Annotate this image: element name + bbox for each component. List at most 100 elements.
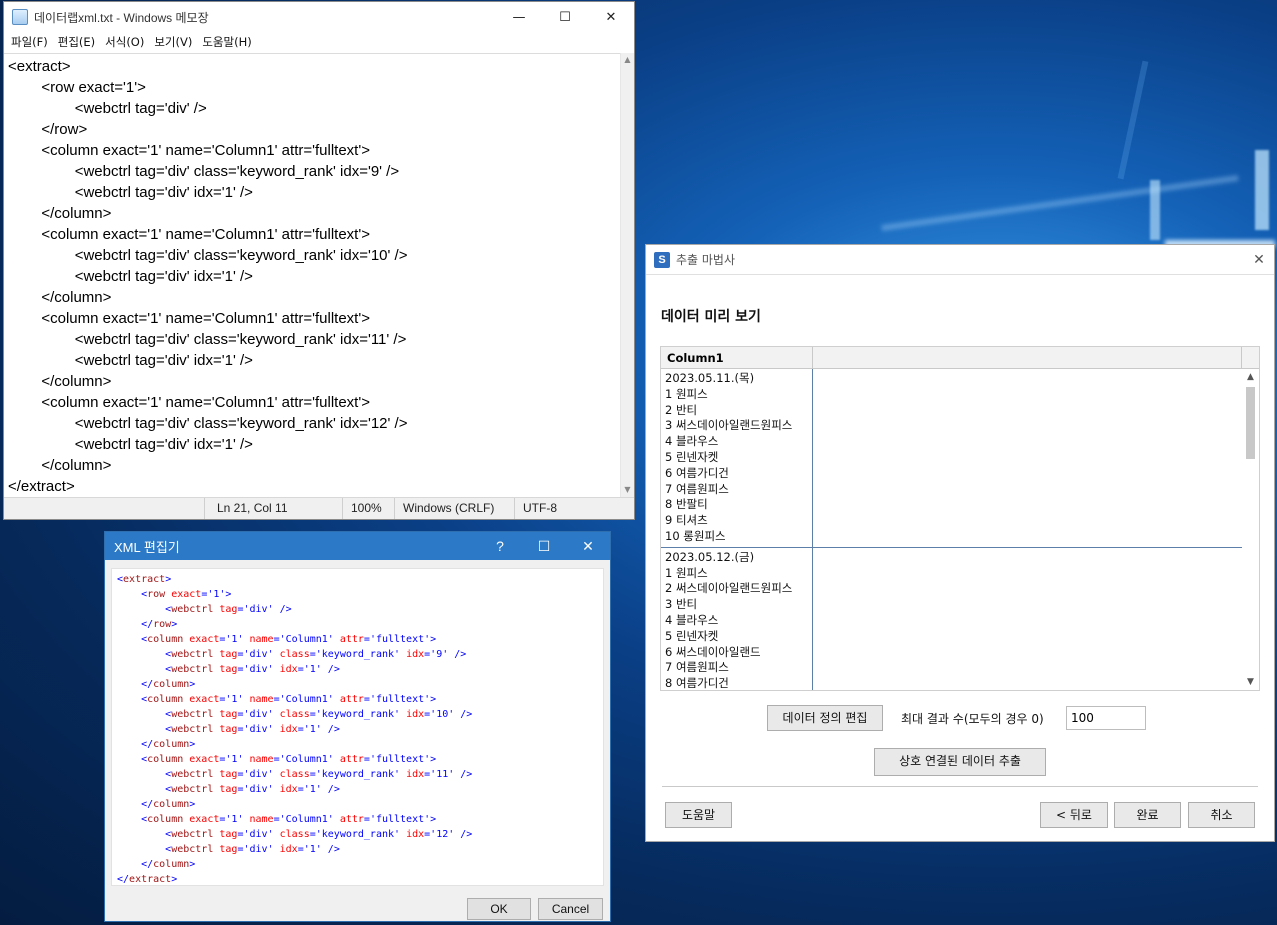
code-line: </row> (141, 619, 178, 630)
desktop-light-ray (1117, 60, 1149, 180)
scroll-thumb[interactable] (1246, 387, 1255, 459)
cell-text-line: 1 원피스 (665, 386, 708, 401)
finish-button[interactable]: 완료 (1114, 802, 1181, 828)
help-button[interactable]: 도움말 (665, 802, 732, 828)
code-line: <webctrl tag='div' class='keyword_rank' … (165, 709, 473, 720)
cell-text-line: 3 반티 (665, 597, 698, 612)
notepad-text-content[interactable]: <extract> <row exact='1'> <webctrl tag='… (8, 56, 616, 497)
code-line: <column exact='1' name='Column1' attr='f… (141, 694, 437, 705)
grid-header: Column1 (661, 347, 1259, 369)
notepad-menubar: 파일(F) 편집(E) 서식(O) 보기(V) 도움말(H) (4, 32, 634, 52)
cell-text-line: 2 반티 (665, 402, 698, 417)
status-zoom: 100% (342, 498, 394, 519)
back-button[interactable]: < 뒤로 (1040, 802, 1108, 828)
extract-wizard-dialog: S 추출 마법사 ✕ 데이터 미리 보기 Column1 2023.05.11.… (645, 244, 1275, 842)
wizard-titlebar[interactable]: S 추출 마법사 ✕ (646, 245, 1274, 275)
xml-code-editor[interactable]: <extract> <row exact='1'> <webctrl tag='… (111, 568, 604, 886)
code-line: <row exact='1'> (141, 589, 232, 600)
cell-text-line: 1 원피스 (665, 565, 708, 580)
help-button[interactable]: ? (478, 538, 522, 554)
code-line: <webctrl tag='div' class='keyword_rank' … (165, 649, 467, 660)
menu-edit[interactable]: 편집(E) (55, 34, 102, 50)
xml-editor-dialog: XML 편집기 ? ☐ ✕ <extract> <row exact='1'> … (104, 531, 611, 922)
notepad-window: 데이터랩xml.txt - Windows 메모장 — ☐ ✕ 파일(F) 편집… (3, 1, 635, 520)
app-logo-icon: S (654, 251, 670, 268)
cell-text-line: 8 여름가디건 (665, 676, 729, 691)
code-line: <webctrl tag='div' idx='1' /> (165, 724, 340, 735)
extract-linked-data-button[interactable]: 상호 연결된 데이터 추출 (874, 748, 1046, 776)
cancel-button[interactable]: Cancel (538, 898, 603, 920)
menu-format[interactable]: 서식(O) (102, 34, 151, 50)
table-cell[interactable]: 2023.05.11.(목) 1 원피스 2 반티 3 써스데이아일랜드원피스 4 블라… (661, 369, 813, 547)
divider (662, 786, 1258, 787)
max-results-input[interactable]: 100 (1066, 706, 1146, 730)
code-line: <column exact='1' name='Column1' attr='f… (141, 634, 437, 645)
code-line: </column> (141, 859, 196, 870)
maximize-button[interactable]: ☐ (542, 2, 588, 32)
cell-text-line: 6 써스데이아일랜드 (665, 644, 761, 659)
notepad-app-icon (12, 9, 28, 25)
code-line: <webctrl tag='div' class='keyword_rank' … (165, 769, 473, 780)
cell-text-line: 4 블라우스 (665, 434, 719, 449)
close-icon[interactable]: ✕ (1244, 252, 1274, 268)
scroll-down-icon[interactable]: ▼ (1242, 674, 1259, 690)
code-line: <webctrl tag='div' idx='1' /> (165, 844, 340, 855)
ok-button[interactable]: OK (467, 898, 531, 920)
code-line: <column exact='1' name='Column1' attr='f… (141, 814, 437, 825)
cell-text-line: 7 여름원피스 (665, 660, 729, 675)
cell-text-line: 2023.05.12.(금) (665, 549, 755, 564)
code-line: <webctrl tag='div' idx='1' /> (165, 784, 340, 795)
desktop-light-ray (1150, 180, 1160, 240)
menu-help[interactable]: 도움말(H) (199, 34, 258, 50)
edit-data-definition-button[interactable]: 데이터 정의 편집 (767, 705, 883, 731)
desktop-light-ray (1255, 150, 1269, 230)
notepad-vertical-scrollbar[interactable]: ▲ ▼ (620, 53, 634, 497)
status-encoding: UTF-8 (514, 498, 634, 519)
cell-text-line: 2023.05.11.(목) (665, 371, 755, 385)
close-button[interactable]: ✕ (566, 538, 610, 555)
page-title: 데이터 미리 보기 (661, 309, 761, 325)
cell-text-line: 10 롱원피스 (665, 528, 726, 543)
notepad-title: 데이터랩xml.txt - Windows 메모장 (34, 10, 209, 25)
desktop-light-ray (881, 174, 1239, 232)
data-preview-grid[interactable]: Column1 2023.05.11.(목) 1 원피스 2 반티 3 써스데이아일랜… (660, 346, 1260, 691)
maximize-button[interactable]: ☐ (522, 538, 566, 555)
table-row[interactable]: 2023.05.11.(목) 1 원피스 2 반티 3 써스데이아일랜드원피스 4 블라… (661, 369, 1243, 548)
cell-text-line: 9 티셔츠 (665, 513, 708, 528)
notepad-titlebar[interactable]: 데이터랩xml.txt - Windows 메모장 — ☐ ✕ (4, 2, 634, 32)
cell-text-line: 5 린넨자켓 (665, 628, 719, 643)
cell-text-line: 6 여름가디건 (665, 465, 729, 480)
cell-text-line: 2 써스데이아일랜드원피스 (665, 581, 793, 596)
table-row[interactable]: 2023.05.12.(금) 1 원피스 2 써스데이아일랜드원피스 3 반티 4 블라… (661, 547, 1243, 691)
notepad-text-area[interactable]: <extract> <row exact='1'> <webctrl tag='… (4, 53, 620, 497)
code-line: <column exact='1' name='Column1' attr='f… (141, 754, 437, 765)
cancel-button[interactable]: 취소 (1188, 802, 1255, 828)
code-line: </column> (141, 739, 196, 750)
table-cell[interactable]: 2023.05.12.(금) 1 원피스 2 써스데이아일랜드원피스 3 반티 4 블라… (661, 547, 813, 691)
close-button[interactable]: ✕ (588, 2, 634, 32)
max-results-label: 최대 결과 수(모두의 경우 0) (901, 712, 1044, 726)
cell-text-line: 5 린넨자켓 (665, 449, 719, 464)
cell-text-line: 7 여름원피스 (665, 481, 729, 496)
code-line: <webctrl tag='div' /> (165, 604, 292, 615)
menu-file[interactable]: 파일(F) (8, 34, 55, 50)
scroll-up-icon[interactable]: ▲ (1242, 369, 1259, 385)
minimize-button[interactable]: — (496, 2, 542, 32)
code-line: <extract> (117, 574, 172, 585)
grid-vertical-scrollbar[interactable]: ▲ ▼ (1242, 369, 1259, 690)
cell-text-line: 4 블라우스 (665, 612, 719, 627)
xml-editor-title: XML 편집기 (114, 539, 180, 555)
scroll-up-icon[interactable]: ▲ (621, 53, 634, 67)
code-line: </column> (141, 799, 196, 810)
code-line: </extract> (117, 874, 178, 885)
cell-text-line: 3 써스데이아일랜드원피스 (665, 418, 793, 433)
status-position: Ln 21, Col 11 (204, 498, 342, 519)
menu-view[interactable]: 보기(V) (151, 34, 199, 50)
column-header[interactable]: Column1 (661, 347, 813, 368)
code-line: <webctrl tag='div' idx='1' /> (165, 664, 340, 675)
xml-editor-titlebar[interactable]: XML 편집기 ? ☐ ✕ (105, 532, 610, 560)
notepad-statusbar: Ln 21, Col 11 100% Windows (CRLF) UTF-8 (4, 497, 634, 519)
code-line: <webctrl tag='div' class='keyword_rank' … (165, 829, 473, 840)
status-line-ending: Windows (CRLF) (394, 498, 514, 519)
scroll-down-icon[interactable]: ▼ (621, 483, 634, 497)
